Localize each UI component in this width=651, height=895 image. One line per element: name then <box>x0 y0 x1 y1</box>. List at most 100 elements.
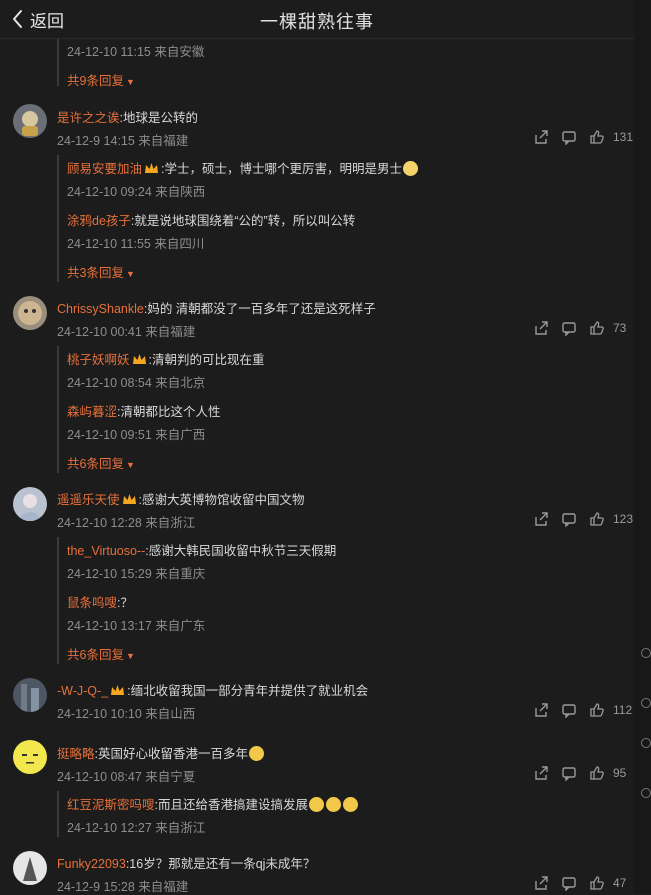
reply-row: the_Virtuoso--:感谢大韩民国收留中秋节三天假期 <box>67 544 337 558</box>
laugh-emoji-icon <box>343 797 358 812</box>
emoji-icon <box>249 746 264 761</box>
avatar[interactable] <box>13 678 47 712</box>
like-count: 123 <box>612 512 633 526</box>
avatar[interactable] <box>13 851 47 885</box>
comment-text-row: ChrissyShankle:妈的 清朝都没了一百多年了还是这死样子 <box>57 298 376 317</box>
comment-icon[interactable] <box>555 700 583 720</box>
reply-thread-line <box>57 155 59 282</box>
share-icon[interactable] <box>527 318 555 338</box>
reply-row: 顾易安要加油:学士，硕士，博士哪个更厉害，明明是男士 <box>67 158 419 177</box>
comment-meta: 24-12-9 14:15 来自福建 <box>57 134 189 148</box>
comment-actions: 131 <box>527 127 633 147</box>
reply-row: 鼠条呜嗖:？ <box>67 596 133 610</box>
top-bar: 返回 一棵甜熟往事 <box>0 0 634 39</box>
share-icon[interactable] <box>527 763 555 783</box>
like-icon[interactable] <box>583 127 611 147</box>
comment-icon[interactable] <box>555 318 583 338</box>
comment-text: :妈的 清朝都没了一百多年了还是这死样子 <box>143 302 376 316</box>
more-replies-link[interactable]: 共3条回复 ▼ <box>67 262 135 281</box>
comment-text: :地球是公转的 <box>119 111 198 125</box>
like-icon[interactable] <box>583 509 611 529</box>
username-link[interactable]: 顾易安要加油 <box>67 162 142 176</box>
username-link[interactable]: 遥遥乐天使 <box>57 493 120 507</box>
reply-thread-line <box>57 346 59 473</box>
like-count: 95 <box>613 766 627 780</box>
share-icon[interactable] <box>527 127 555 147</box>
reply-meta: 24-12-10 15:29 来自重庆 <box>67 567 206 581</box>
crown-badge-icon <box>122 493 137 506</box>
like-icon[interactable] <box>583 873 611 893</box>
comment-text: :16岁？那就是还有一条qj未成年？ <box>125 857 316 871</box>
crown-badge-icon <box>110 684 125 697</box>
reply-thread-line <box>57 791 59 837</box>
comment-actions: 112 <box>527 700 633 720</box>
like-count: 47 <box>613 876 627 890</box>
like-icon[interactable] <box>583 318 611 338</box>
comment-icon[interactable] <box>555 127 583 147</box>
username-link[interactable]: 桃子妖啊妖 <box>67 353 130 367</box>
username-link[interactable]: 红豆泥斯密吗嗖 <box>67 798 155 812</box>
comment-icon[interactable] <box>555 873 583 893</box>
more-replies-link[interactable]: 共6条回复 ▼ <box>67 453 135 472</box>
comment-text-row: 挺略略:英国好心收留香港一百多年 <box>57 743 265 762</box>
laugh-emoji-icon <box>326 797 341 812</box>
username-link[interactable]: 涂鸦de孩子 <box>67 214 131 228</box>
username-link[interactable]: -W-J-Q-_ <box>57 684 108 698</box>
username-link[interactable]: 鼠条呜嗖 <box>67 596 117 610</box>
comment-actions: 47 <box>527 873 633 893</box>
comment-text-row: -W-J-Q-_ :缅北收留我国一部分青年并提供了就业机会 <box>57 680 368 699</box>
like-count: 73 <box>613 321 627 335</box>
avatar[interactable] <box>13 296 47 330</box>
reply-meta: 24-12-10 11:55 来自四川 <box>67 237 205 251</box>
reply-meta: 24-12-10 08:54 来自北京 <box>67 376 206 390</box>
comment-actions: 73 <box>527 318 633 338</box>
avatar[interactable] <box>13 487 47 521</box>
avatar[interactable] <box>13 740 47 774</box>
reply-row: 桃子妖啊妖:清朝判的可比现在重 <box>67 353 265 367</box>
comment-meta: 24-12-10 10:10 来自山西 <box>57 707 196 721</box>
comment-text: :缅北收留我国一部分青年并提供了就业机会 <box>127 684 369 698</box>
username-link[interactable]: 是许之之诶 <box>57 111 120 125</box>
comment-actions: 95 <box>527 763 633 783</box>
comment-icon[interactable] <box>555 763 583 783</box>
more-replies-link[interactable]: 共6条回复 ▼ <box>67 644 135 663</box>
username-link[interactable]: Funky22093 <box>57 857 126 871</box>
share-icon[interactable] <box>527 873 555 893</box>
comment-icon[interactable] <box>555 509 583 529</box>
avatar[interactable] <box>13 104 47 138</box>
comment-meta: 24-12-9 15:28 来自福建 <box>57 880 189 894</box>
reply-meta: 24-12-10 09:51 来自广西 <box>67 428 206 442</box>
laugh-emoji-icon <box>309 797 324 812</box>
username-link[interactable]: 挺略略 <box>57 747 95 761</box>
username-link[interactable]: the_Virtuoso-- <box>67 544 145 558</box>
comment-text: :英国好心收留香港一百多年 <box>94 747 248 761</box>
crown-badge-icon <box>144 162 159 175</box>
reply-meta: 24-12-10 12:27 来自浙江 <box>67 821 206 835</box>
username-link[interactable]: ChrissyShankle <box>57 302 144 316</box>
reply-row: 森屿暮涩:清朝都比这个人性 <box>67 405 221 419</box>
scroll-marker-icon <box>641 648 651 658</box>
reply-meta: 24-12-10 13:17 来自广东 <box>67 619 206 633</box>
like-count: 131 <box>612 130 633 144</box>
share-icon[interactable] <box>527 700 555 720</box>
page-title: 一棵甜熟往事 <box>260 12 374 32</box>
comment-text: :感谢大英博物馆收留中国文物 <box>138 493 305 507</box>
share-icon[interactable] <box>527 509 555 529</box>
more-replies-link[interactable]: 共9条回复 ▼ <box>67 70 135 89</box>
comment-text-row: 遥遥乐天使 :感谢大英博物馆收留中国文物 <box>57 489 305 508</box>
scroll-marker-icon <box>641 738 651 748</box>
like-count: 112 <box>613 703 633 717</box>
comment-text-row: Funky22093:16岁？那就是还有一条qj未成年？ <box>57 853 315 872</box>
cat-emoji-icon <box>403 161 418 176</box>
reply-row: 涂鸦de孩子:就是说地球围绕着“公的”转，所以叫公转 <box>67 214 356 228</box>
reply-meta: 24-12-10 11:15 来自安徽 <box>67 45 205 59</box>
right-scroll-strip <box>634 0 651 894</box>
reply-thread-line <box>57 537 59 664</box>
like-icon[interactable] <box>583 700 611 720</box>
like-icon[interactable] <box>583 763 611 783</box>
scroll-marker-icon <box>641 788 651 798</box>
comment-text-row: 是许之之诶:地球是公转的 <box>57 107 198 126</box>
crown-badge-icon <box>132 353 147 366</box>
username-link[interactable]: 森屿暮涩 <box>67 405 117 419</box>
reply-row: 红豆泥斯密吗嗖:而且还给香港搞建设搞发展 <box>67 794 359 813</box>
